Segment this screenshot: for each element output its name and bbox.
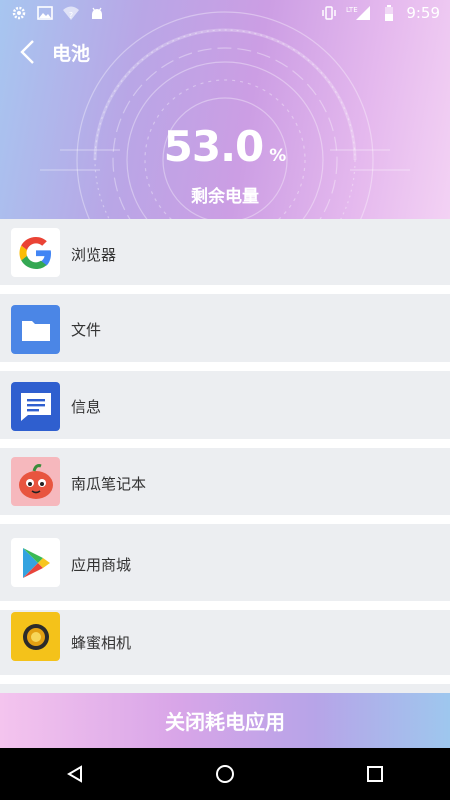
page-title: 电池 [52, 42, 91, 65]
nav-home-button[interactable] [195, 748, 255, 800]
vibrate-icon [320, 4, 338, 22]
play-store-icon [11, 538, 60, 587]
svg-text:?: ? [69, 11, 73, 20]
divider [0, 601, 450, 610]
image-icon [36, 4, 54, 22]
back-arrow-icon [20, 40, 34, 64]
list-item[interactable]: 应用商城 [0, 524, 450, 601]
messages-icon [11, 382, 60, 431]
list-item[interactable]: 浏览器 [0, 219, 450, 285]
nav-back-button[interactable] [45, 748, 105, 800]
wifi-question-icon: ? [62, 4, 80, 22]
circle-home-icon [216, 765, 234, 783]
system-nav-bar [0, 748, 450, 800]
list-item-partial [0, 684, 450, 693]
battery-value: 53.0 [163, 122, 265, 171]
app-name: 应用商城 [71, 556, 132, 574]
app-name: 浏览器 [71, 246, 117, 264]
honey-camera-icon [11, 612, 60, 661]
settings-icon [10, 4, 28, 22]
status-bar: ? LTE 9:59 [0, 0, 450, 26]
divider [0, 285, 450, 294]
android-icon [88, 4, 106, 22]
list-item[interactable]: 蜂蜜相机 [0, 610, 450, 675]
folder-icon [11, 305, 60, 354]
pumpkin-icon [11, 457, 60, 506]
network-type: LTE [346, 6, 358, 14]
close-power-apps-button[interactable]: 关闭耗电应用 [0, 693, 450, 748]
triangle-back-icon [67, 765, 82, 783]
app-name: 文件 [71, 321, 102, 339]
app-name: 南瓜笔记本 [71, 475, 147, 493]
battery-hero: ? LTE 9:59 电池 53.0% 剩余电量 [0, 0, 450, 219]
battery-percentage: 53.0% [0, 122, 450, 171]
square-recents-icon [367, 766, 383, 782]
divider [0, 515, 450, 524]
top-nav: 电池 [0, 30, 450, 74]
app-name: 信息 [71, 398, 102, 416]
divider [0, 675, 450, 684]
battery-icon [380, 4, 398, 22]
nav-recents-button[interactable] [345, 748, 405, 800]
back-button[interactable] [0, 30, 56, 74]
list-item[interactable]: 信息 [0, 371, 450, 439]
battery-unit: % [269, 146, 287, 166]
battery-label: 剩余电量 [191, 187, 259, 207]
list-item[interactable]: 文件 [0, 294, 450, 362]
google-icon [11, 228, 60, 277]
divider [0, 439, 450, 448]
signal-icon: LTE [346, 4, 372, 22]
app-name: 蜂蜜相机 [71, 634, 132, 652]
clock: 9:59 [406, 4, 440, 22]
divider [0, 362, 450, 371]
list-item[interactable]: 南瓜笔记本 [0, 448, 450, 515]
